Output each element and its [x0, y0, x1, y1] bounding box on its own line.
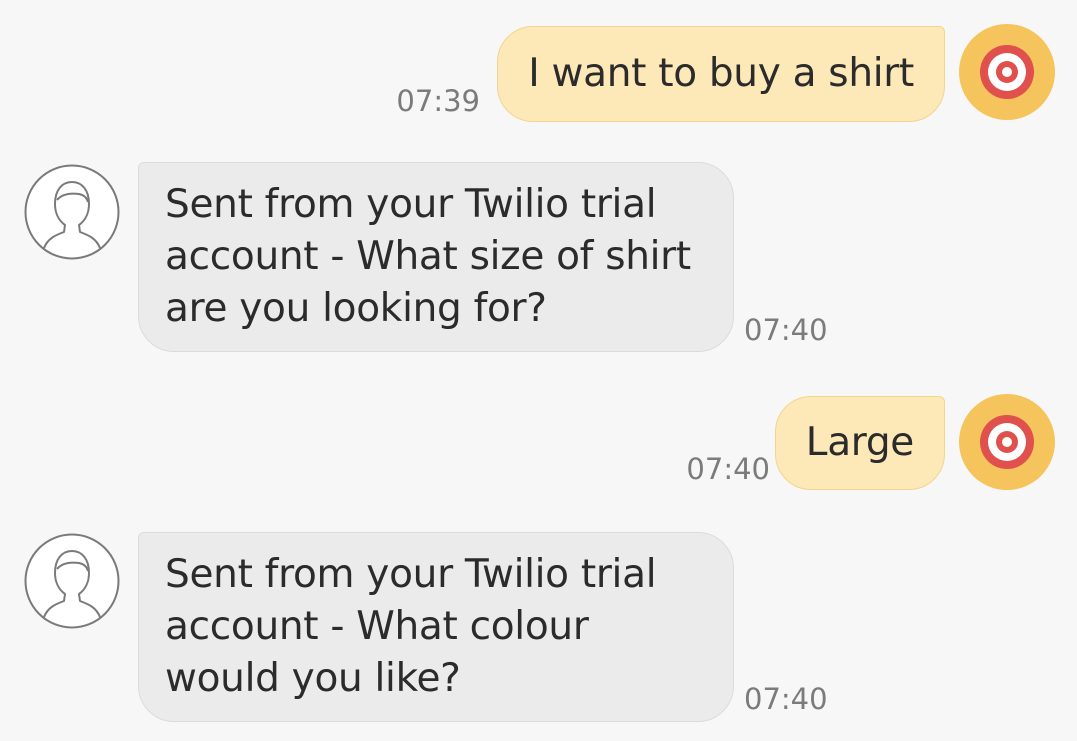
message-text: Large — [805, 420, 915, 465]
message-timestamp: 07:40 — [686, 452, 770, 486]
person-outline-icon[interactable] — [24, 533, 120, 629]
message-text: Sent from your Twilio trial account - Wh… — [165, 182, 691, 331]
message-timestamp: 07:40 — [744, 313, 828, 347]
person-outline-icon[interactable] — [24, 164, 120, 260]
message-bubble-incoming[interactable]: Sent from your Twilio trial account - Wh… — [138, 162, 734, 352]
message-timestamp: 07:39 — [396, 84, 480, 118]
message-text: Sent from your Twilio trial account - Wh… — [165, 552, 657, 701]
message-bubble-outgoing[interactable]: I want to buy a shirt — [497, 26, 945, 122]
message-bubble-outgoing[interactable]: Large — [774, 396, 945, 490]
target-icon[interactable] — [959, 394, 1055, 490]
message-timestamp: 07:40 — [744, 682, 828, 716]
message-text: I want to buy a shirt — [528, 51, 914, 96]
message-bubble-incoming[interactable]: Sent from your Twilio trial account - Wh… — [138, 532, 734, 722]
target-icon[interactable] — [959, 24, 1055, 120]
